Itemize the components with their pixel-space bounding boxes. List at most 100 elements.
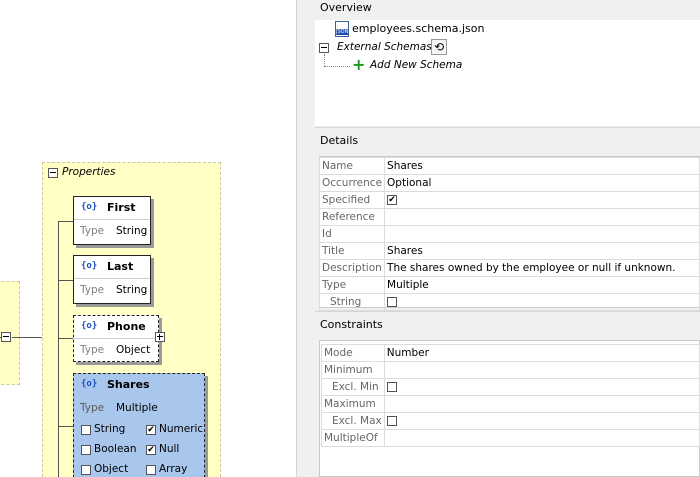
constraint-key: Minimum xyxy=(321,361,385,379)
constraint-value[interactable] xyxy=(383,429,700,447)
constraint-value[interactable] xyxy=(383,361,700,379)
node-last[interactable]: {o} Last Type String xyxy=(73,255,151,304)
type-value: Object xyxy=(116,344,151,356)
node-header: {o} Phone xyxy=(74,316,158,339)
constraint-value[interactable]: Number xyxy=(383,344,700,362)
add-icon[interactable]: + xyxy=(352,57,365,73)
details-title: Details xyxy=(320,134,359,147)
node-header: {o} Shares xyxy=(74,374,204,397)
node-name: Phone xyxy=(107,320,146,333)
property-value[interactable]: ✔ xyxy=(384,191,700,209)
details-row-title: Title Shares xyxy=(318,242,700,260)
node-header: {o} First xyxy=(74,197,150,220)
object-icon: {o} xyxy=(81,321,98,331)
type-value: String xyxy=(116,284,148,296)
collapse-toggle[interactable] xyxy=(1,332,11,342)
section-divider xyxy=(315,311,700,312)
constraint-value[interactable] xyxy=(383,395,700,413)
details-row-specified: Specified ✔ xyxy=(318,191,700,209)
external-schemas-item[interactable]: External Schemas xyxy=(337,41,432,53)
add-new-schema-item[interactable]: Add New Schema xyxy=(370,59,462,71)
constraints-grid: Mode Number Minimum Excl. Min Maximum Exc… xyxy=(321,344,700,447)
properties-label: Properties xyxy=(62,166,116,178)
json-file-icon: JSON xyxy=(335,21,349,37)
constraint-key: MultipleOf xyxy=(321,429,385,447)
expand-toggle[interactable] xyxy=(155,332,165,342)
constraints-row-mode: Mode Number xyxy=(321,344,700,362)
node-name: First xyxy=(107,201,136,214)
property-key: Type xyxy=(318,276,386,294)
property-key: Specified xyxy=(318,191,386,209)
type-numeric-label: Numeric xyxy=(159,423,204,435)
property-value[interactable]: Shares xyxy=(384,242,700,260)
type-label: Type xyxy=(80,402,105,414)
property-value[interactable] xyxy=(384,225,700,243)
type-numeric-checkbox[interactable]: ✔ xyxy=(146,425,156,435)
details-row-reference: Reference xyxy=(318,208,700,226)
details-row-occurrence: Occurrence Optional xyxy=(318,174,700,192)
type-string-label: String xyxy=(94,423,126,435)
type-value: Multiple xyxy=(116,402,158,414)
node-phone[interactable]: {o} Phone Type Object xyxy=(73,315,159,362)
property-key: String xyxy=(318,293,386,311)
constraints-title: Constraints xyxy=(320,318,383,331)
node-name: Last xyxy=(107,260,134,273)
tree-connector xyxy=(324,66,350,67)
connector-line xyxy=(58,221,73,222)
external-schemas-collapse-toggle[interactable] xyxy=(319,43,329,53)
excl-min-checkbox[interactable] xyxy=(386,382,397,392)
specified-checkbox[interactable]: ✔ xyxy=(387,195,398,205)
object-icon: {o} xyxy=(81,261,98,271)
constraint-key: Excl. Max xyxy=(321,412,385,430)
string-checkbox[interactable] xyxy=(387,297,398,307)
json-file-icon-text: JSON xyxy=(336,29,349,35)
node-header: {o} Last xyxy=(74,256,150,279)
excl-max-checkbox[interactable] xyxy=(386,416,397,426)
type-string-checkbox[interactable] xyxy=(81,425,91,435)
property-value[interactable] xyxy=(384,208,700,226)
constraints-row-maximum: Maximum xyxy=(321,395,700,413)
property-key: Description xyxy=(318,259,386,277)
details-grid: Name Shares Occurrence Optional Specified ✔… xyxy=(318,157,700,311)
type-null-checkbox[interactable]: ✔ xyxy=(146,445,156,455)
type-array-checkbox[interactable] xyxy=(146,465,156,475)
type-boolean-label: Boolean xyxy=(94,443,137,455)
connector-line xyxy=(58,426,73,427)
node-shares-selected[interactable]: {o} Shares Type Multiple String ✔ Numeri… xyxy=(73,373,205,477)
constraints-row-multipleof: MultipleOf xyxy=(321,429,700,447)
type-value: String xyxy=(116,225,148,237)
constraint-value[interactable] xyxy=(383,378,700,396)
property-value[interactable]: Multiple xyxy=(384,276,700,294)
node-first[interactable]: {o} First Type String xyxy=(73,196,151,245)
node-name: Shares xyxy=(107,378,150,391)
type-label: Type xyxy=(80,344,105,356)
constraint-key: Maximum xyxy=(321,395,385,413)
constraint-value[interactable] xyxy=(383,412,700,430)
type-array-label: Array xyxy=(159,463,188,475)
details-row-description: Description The shares owned by the emplo… xyxy=(318,259,700,277)
details-row-string: String xyxy=(318,293,700,311)
property-value[interactable]: Optional xyxy=(384,174,700,192)
property-value[interactable]: The shares owned by the employee or null… xyxy=(384,259,700,277)
diagram-canvas[interactable]: Properties {o} First Type String {o} Las… xyxy=(0,0,296,477)
overview-tree xyxy=(315,20,700,126)
refresh-icon[interactable]: ⟲ xyxy=(431,39,447,55)
connector-line xyxy=(58,338,73,339)
property-value[interactable] xyxy=(384,293,700,311)
tree-connector xyxy=(324,54,325,66)
details-row-type: Type Multiple xyxy=(318,276,700,294)
schema-file-item[interactable]: employees.schema.json xyxy=(352,22,484,35)
type-boolean-checkbox[interactable] xyxy=(81,445,91,455)
connector-trunk xyxy=(58,221,59,477)
properties-collapse-toggle[interactable] xyxy=(48,168,58,178)
property-key: Reference xyxy=(318,208,386,226)
object-icon: {o} xyxy=(81,202,98,212)
type-label: Type xyxy=(80,225,105,237)
constraint-key: Excl. Min xyxy=(321,378,385,396)
type-object-checkbox[interactable] xyxy=(81,465,91,475)
details-row-id: Id xyxy=(318,225,700,243)
property-value[interactable]: Shares xyxy=(384,157,700,175)
pane-splitter[interactable] xyxy=(296,0,314,477)
constraints-row-excl-max: Excl. Max xyxy=(321,412,700,430)
section-divider xyxy=(315,127,700,128)
